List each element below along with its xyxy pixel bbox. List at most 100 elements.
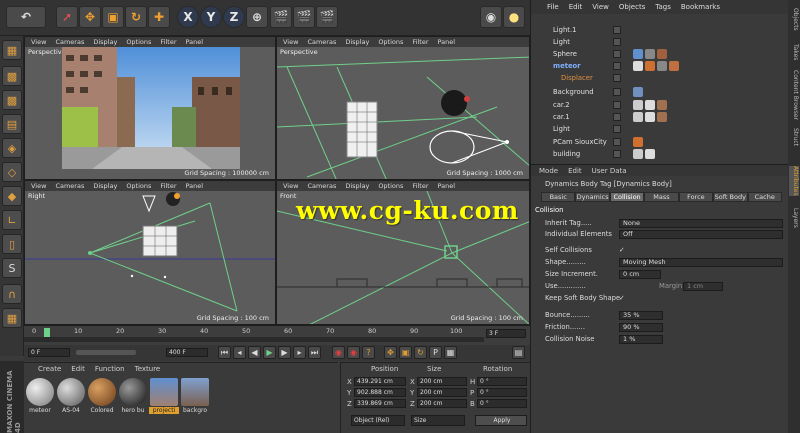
render-view-button[interactable]: 🎬 [270, 6, 292, 28]
scale-tool-button[interactable]: ▣ [102, 6, 124, 28]
visibility-toggle[interactable] [613, 125, 621, 133]
viewport-menu-cameras[interactable]: Cameras [55, 182, 84, 190]
size-mode-select[interactable]: Size [411, 415, 465, 426]
key-pla-button[interactable]: ▦ [444, 346, 457, 359]
material-menu-function[interactable]: Function [95, 365, 125, 373]
material-tag-icon[interactable] [645, 49, 655, 59]
timeline-ruler[interactable]: 0 10 20 30 40 50 60 70 80 90 100 3 F [24, 325, 530, 345]
visibility-toggle[interactable] [613, 150, 621, 158]
object-row-sphere[interactable]: Sphere [531, 48, 778, 60]
workplane-button[interactable]: ▤ [2, 114, 22, 134]
key-param-button[interactable]: P [429, 346, 442, 359]
material-swatch[interactable] [150, 378, 178, 406]
object-row-meteor[interactable]: meteor [531, 60, 778, 72]
object-row-light-2[interactable]: Light [531, 123, 778, 135]
tab-soft-body[interactable]: Soft Body [713, 192, 748, 202]
key-position-button[interactable]: ✥ [384, 346, 397, 359]
material-tag-icon[interactable] [657, 100, 667, 110]
self-collisions-checkbox[interactable]: ✓ [619, 245, 625, 255]
material-swatch[interactable] [26, 378, 54, 406]
visibility-toggle[interactable] [613, 50, 621, 58]
viewport-menu-filter[interactable]: Filter [412, 38, 428, 46]
tab-dynamics[interactable]: Dynamics [575, 192, 610, 202]
dynamics-tag-icon[interactable] [633, 61, 643, 71]
timeline-menu-button[interactable]: ▤ [512, 346, 525, 359]
tweak-mode-button[interactable]: ▯ [2, 234, 22, 254]
material-swatch[interactable] [181, 378, 209, 406]
timeline-track[interactable] [24, 337, 484, 342]
side-tab-layers[interactable]: Layers [789, 208, 799, 228]
object-row-displacer[interactable]: Displacer [531, 72, 778, 84]
phong-tag-icon[interactable] [633, 49, 643, 59]
object-menu-tags[interactable]: Tags [655, 3, 671, 11]
material-swatch[interactable] [119, 378, 147, 406]
undo-button[interactable]: ↶ [6, 6, 46, 28]
range-slider[interactable] [76, 350, 136, 355]
key-scale-button[interactable]: ▣ [399, 346, 412, 359]
edges-mode-button[interactable]: ◇ [2, 162, 22, 182]
object-row-background[interactable]: Background [531, 86, 778, 98]
viewport-menu-options[interactable]: Options [378, 38, 403, 46]
select-tool-button[interactable]: ➚ [56, 6, 78, 28]
viewport-menu-display[interactable]: Display [345, 182, 369, 190]
tab-collision[interactable]: Collision [609, 192, 645, 202]
viewport-menu-panel[interactable]: Panel [438, 182, 456, 190]
viewport-menu-view[interactable]: View [31, 182, 46, 190]
viewport-menu-view[interactable]: View [283, 182, 298, 190]
individual-elements-select[interactable]: Off [619, 230, 783, 239]
viewport-menu-panel[interactable]: Panel [186, 182, 204, 190]
viewport-menu-filter[interactable]: Filter [160, 182, 176, 190]
object-row-car1[interactable]: car.1 [531, 111, 778, 123]
goto-end-button[interactable]: ⏭ [308, 346, 321, 359]
tab-force[interactable]: Force [678, 192, 714, 202]
viewport-menu-cameras[interactable]: Cameras [307, 38, 336, 46]
viewport-menu-options[interactable]: Options [378, 182, 403, 190]
material-tag-icon[interactable] [657, 49, 667, 59]
z-axis-button[interactable]: Z [223, 6, 245, 28]
texture-mode-button[interactable]: ▩ [2, 90, 22, 110]
object-menu-objects[interactable]: Objects [619, 3, 645, 11]
apply-button[interactable]: Apply [475, 415, 527, 426]
object-row-pcam[interactable]: PCam SiouxCity [531, 136, 778, 148]
visibility-toggle[interactable] [613, 38, 621, 46]
material-menu-edit[interactable]: Edit [71, 365, 85, 373]
key-rotation-button[interactable]: ↻ [414, 346, 427, 359]
dynamics-tag-icon[interactable] [645, 112, 655, 122]
record-button[interactable]: ◉ [332, 346, 345, 359]
viewport-right[interactable]: View Cameras Display Options Filter Pane… [24, 180, 276, 325]
side-tab-attributes[interactable]: Attributes [789, 166, 799, 196]
size-increment-field[interactable]: 0 cm [619, 270, 661, 279]
polygons-mode-button[interactable]: ◆ [2, 186, 22, 206]
attribute-menu-mode[interactable]: Mode [539, 167, 558, 175]
texture-tag-icon[interactable] [633, 87, 643, 97]
material-tag-icon[interactable] [669, 61, 679, 71]
viewport-menu-cameras[interactable]: Cameras [307, 182, 336, 190]
rotation-b-field[interactable]: 0 ° [477, 399, 527, 408]
visibility-toggle[interactable] [613, 26, 621, 34]
autokey-button[interactable]: ◉ [347, 346, 360, 359]
dynamics-tag-icon[interactable] [645, 100, 655, 110]
visibility-toggle[interactable] [613, 88, 621, 96]
viewport-menu-display[interactable]: Display [93, 182, 117, 190]
next-frame-button[interactable]: ▶ [278, 346, 291, 359]
playhead[interactable] [44, 328, 50, 337]
margin-field[interactable]: 1 cm [683, 282, 723, 291]
viewport-menu-filter[interactable]: Filter [412, 182, 428, 190]
collision-noise-field[interactable]: 1 % [619, 335, 663, 344]
size-z-field[interactable]: 200 cm [417, 399, 467, 408]
bounce-field[interactable]: 35 % [619, 311, 663, 320]
axis-mode-button[interactable]: ∟ [2, 210, 22, 230]
visibility-toggle[interactable] [613, 113, 621, 121]
light-button[interactable]: ● [503, 6, 525, 28]
rotation-h-field[interactable]: 0 ° [477, 377, 527, 386]
object-row-car2[interactable]: car.2 [531, 99, 778, 111]
make-editable-button[interactable]: ▦ [2, 40, 22, 60]
snap-button[interactable]: S [2, 258, 22, 278]
rotation-p-field[interactable]: 0 ° [477, 388, 527, 397]
magnet-button[interactable]: ∩ [2, 284, 22, 304]
position-x-field[interactable]: 439.291 cm [354, 377, 406, 386]
viewport-menu-cameras[interactable]: Cameras [55, 38, 84, 46]
position-z-field[interactable]: 339.869 cm [354, 399, 406, 408]
tab-basic[interactable]: Basic [541, 192, 576, 202]
end-frame-field[interactable]: 400 F [166, 348, 208, 357]
